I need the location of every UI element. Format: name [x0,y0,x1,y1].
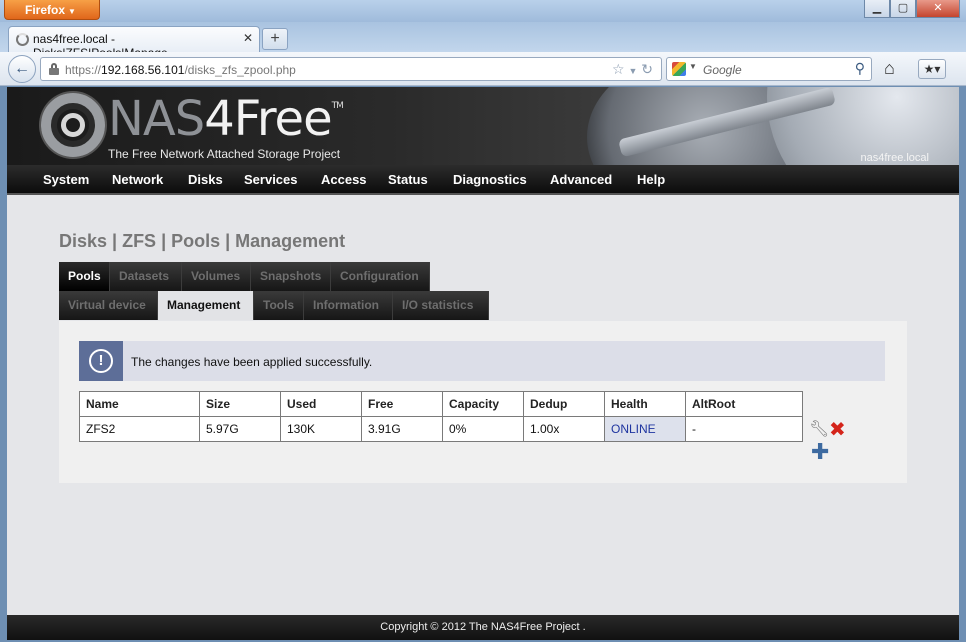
url-path: /disks_zfs_zpool.php [184,63,296,77]
tab-io-statistics[interactable]: I/O statistics [393,291,489,320]
table-row: ZFS2 5.97G 130K 3.91G 0% 1.00x ONLINE - [79,416,803,442]
message-text: The changes have been applied successful… [131,355,373,369]
search-bar[interactable]: ▼ Google ⚲ [666,57,872,81]
url-bar[interactable]: https://192.168.56.101/disks_zfs_zpool.p… [40,57,662,81]
engine-dropdown-icon[interactable]: ▼ [689,62,697,71]
cell-dedup: 1.00x [523,416,605,442]
new-tab-button[interactable]: + [262,28,288,50]
url-host: 192.168.56.101 [101,63,185,77]
window-controls: ▁ ▢ ✕ [864,0,960,19]
cell-health: ONLINE [604,416,686,442]
bookmarks-button[interactable]: ★▾ [918,59,946,79]
menu-advanced[interactable]: Advanced [550,172,612,187]
tab-tools[interactable]: Tools [254,291,304,320]
site-header: NAS4FreeTM The Free Network Attached Sto… [7,87,959,165]
close-window-button[interactable]: ✕ [916,0,960,18]
hostname: nas4free.local [860,152,930,164]
maximize-button[interactable]: ▢ [890,0,916,18]
tabs-secondary: Virtual device Management Tools Informat… [59,291,489,320]
col-name: Name [79,391,200,417]
tab-snapshots[interactable]: Snapshots [251,262,331,291]
browser-tabbar: nas4free.local - Disks|ZFS|Pools|Manage.… [0,22,966,60]
url-bar-icons: ☆ ▼ ↻ [612,61,653,78]
url-text: https://192.168.56.101/disks_zfs_zpool.p… [65,63,296,77]
col-free: Free [361,391,443,417]
menu-disks[interactable]: Disks [188,172,223,187]
menu-help[interactable]: Help [637,172,665,187]
google-icon[interactable] [672,62,686,76]
menu-services[interactable]: Services [244,172,298,187]
nas4free-logo-icon [41,93,105,157]
pool-table: Name Size Used Free Capacity Dedup Healt… [79,391,803,442]
reload-icon[interactable]: ↻ [641,61,653,77]
edit-pool-wrench-icon[interactable]: 🔧︎ [809,419,829,439]
col-altroot: AltRoot [685,391,803,417]
search-icon[interactable]: ⚲ [855,60,865,77]
back-button[interactable]: ← [8,55,36,83]
tab-configuration[interactable]: Configuration [331,262,430,291]
menu-status[interactable]: Status [388,172,428,187]
browser-navbar: ← https://192.168.56.101/disks_zfs_zpool… [0,52,966,86]
table-header-row: Name Size Used Free Capacity Dedup Healt… [79,391,803,417]
history-dropdown-icon[interactable]: ▼ [628,66,637,76]
menu-access[interactable]: Access [321,172,367,187]
site-logo[interactable]: NAS4FreeTM [108,91,344,147]
minimize-button[interactable]: ▁ [864,0,890,18]
menu-system[interactable]: System [43,172,89,187]
info-icon: ! [79,341,123,381]
firefox-menu-button[interactable]: Firefox ▼ [4,0,100,20]
lock-icon [49,63,59,75]
cell-size: 5.97G [199,416,281,442]
col-health: Health [604,391,686,417]
chevron-down-icon: ▼ [68,7,76,16]
col-used: Used [280,391,362,417]
cell-name: ZFS2 [79,416,200,442]
col-size: Size [199,391,281,417]
site-tagline: The Free Network Attached Storage Projec… [108,147,341,161]
window-titlebar: Firefox ▼ ▁ ▢ ✕ [0,0,966,22]
col-capacity: Capacity [442,391,524,417]
home-icon[interactable]: ⌂ [884,58,895,79]
loading-icon [16,33,29,46]
tabs-primary: Pools Datasets Volumes Snapshots Configu… [59,262,430,291]
tab-volumes[interactable]: Volumes [182,262,251,291]
menu-network[interactable]: Network [112,172,163,187]
cell-altroot: - [685,416,803,442]
menu-diagnostics[interactable]: Diagnostics [453,172,527,187]
tab-pools[interactable]: Pools [59,262,110,291]
add-pool-icon[interactable]: ✚ [811,439,829,465]
cell-free: 3.91G [361,416,443,442]
firefox-menu-label: Firefox [25,3,66,17]
bookmark-star-icon[interactable]: ☆ [612,61,625,77]
close-tab-icon[interactable]: ✕ [243,31,253,45]
delete-pool-icon[interactable]: ✖ [829,417,846,442]
main-menu: System Network Disks Services Access Sta… [7,165,959,195]
page-title: Disks | ZFS | Pools | Management [59,231,346,251]
col-dedup: Dedup [523,391,605,417]
tab-virtual-device[interactable]: Virtual device [59,291,158,320]
logo-nas: NAS [108,91,205,147]
search-placeholder: Google [703,63,742,77]
logo-4free: 4Free [204,91,332,147]
browser-tab[interactable]: nas4free.local - Disks|ZFS|Pools|Manage.… [8,26,260,60]
cell-used: 130K [280,416,362,442]
web-page: NAS4FreeTM The Free Network Attached Sto… [7,87,959,640]
url-scheme: https:// [65,63,102,77]
tab-management[interactable]: Management [158,291,254,320]
tab-information[interactable]: Information [304,291,393,320]
content-panel: ! The changes have been applied successf… [59,321,907,483]
site-footer: Copyright © 2012 The NAS4Free Project . [7,615,959,640]
cell-capacity: 0% [442,416,524,442]
tab-datasets[interactable]: Datasets [110,262,182,291]
info-message: ! The changes have been applied successf… [79,341,885,381]
logo-tm: TM [331,101,344,111]
